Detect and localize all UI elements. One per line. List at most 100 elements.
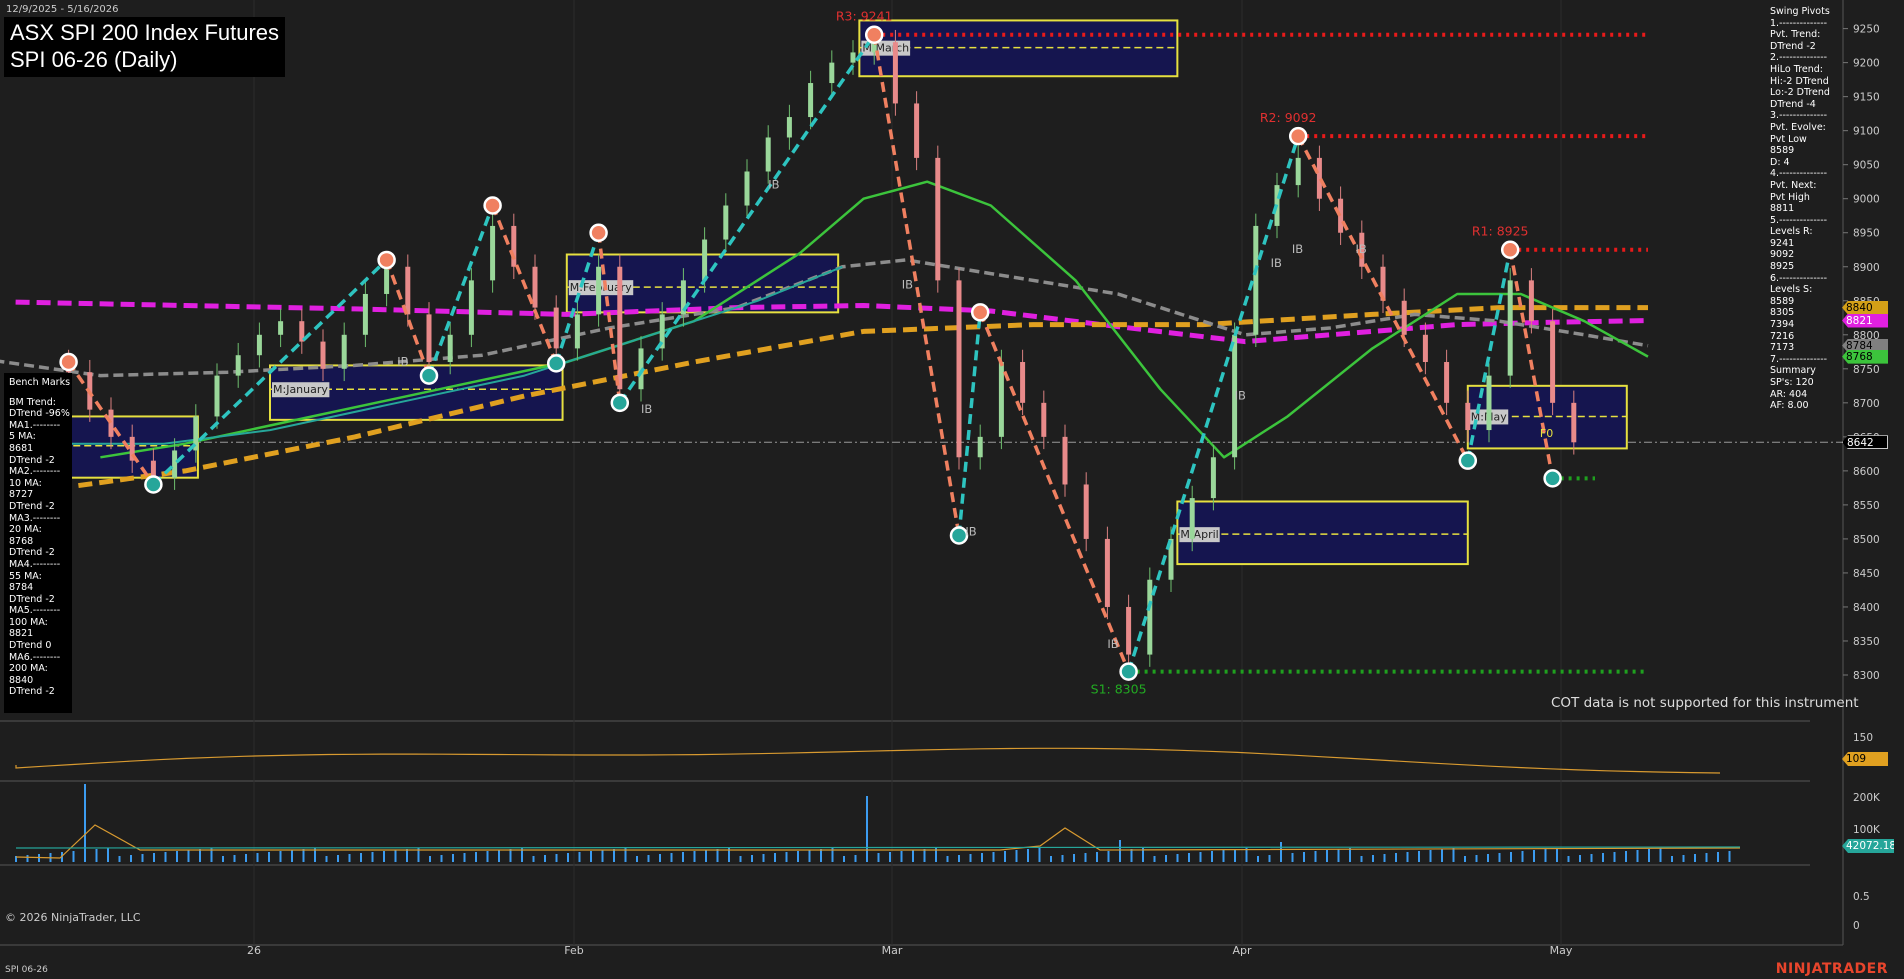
- candle-body: [362, 293, 368, 335]
- candle-body: [1083, 484, 1089, 539]
- chart-title-box: ASX SPI 200 Index Futures SPI 06-26 (Dai…: [4, 17, 286, 77]
- candle-body: [384, 266, 390, 294]
- swing-line: 4.--------------: [1770, 168, 1828, 180]
- ib-label: IB: [1292, 242, 1303, 256]
- bench-line: 8768: [9, 535, 34, 547]
- month-box-label: M:January: [273, 383, 328, 396]
- month-range-box: [1176, 500, 1469, 566]
- swing-line: 7216: [1770, 330, 1795, 342]
- swing-line: Levels R:: [1770, 226, 1813, 238]
- swing-line: D: 4: [1770, 156, 1790, 168]
- y-tick-label: 8600: [1853, 466, 1880, 478]
- bench-line: 8821: [9, 628, 34, 640]
- volume-tick: 200K: [1853, 792, 1881, 804]
- candle-body: [723, 205, 729, 240]
- swing-line: Pvt Low: [1770, 133, 1807, 145]
- candle-body: [596, 266, 602, 315]
- candle-body: [150, 460, 156, 478]
- swing-pivot-marker: [589, 223, 608, 242]
- candle-body: [172, 450, 178, 478]
- candle-body: [426, 314, 432, 363]
- candle-body: [977, 436, 983, 458]
- candle-body: [1189, 498, 1195, 539]
- candle-body: [511, 225, 517, 267]
- candle-body: [1147, 579, 1153, 655]
- x-tick-label: Apr: [1232, 944, 1252, 957]
- swing-line: SP's: 120: [1770, 377, 1814, 388]
- candle-body: [447, 334, 453, 363]
- y-tick-label: 8400: [1853, 602, 1880, 614]
- bench-line: 8681: [9, 442, 34, 454]
- candle-body: [1253, 225, 1259, 335]
- swing-line: Levels S:: [1770, 284, 1813, 296]
- bench-line: 8784: [9, 582, 34, 594]
- swing-pivot-marker: [419, 366, 439, 385]
- y-tick-label: 9250: [1853, 24, 1880, 36]
- candle-body: [1550, 321, 1556, 403]
- ib-label: IB: [397, 354, 408, 368]
- swing-line: 2.--------------: [1770, 52, 1828, 64]
- candle-body: [1041, 402, 1047, 437]
- bench-line: MA5.--------: [9, 605, 61, 617]
- y-tick-label: 9200: [1853, 58, 1880, 70]
- copyright: © 2026 NinjaTrader, LLC: [5, 911, 141, 924]
- ib-label: IB: [1235, 388, 1246, 402]
- candle-body: [405, 266, 411, 315]
- level-label: R1: 8925: [1472, 224, 1529, 239]
- swing-line: 9092: [1770, 249, 1795, 261]
- bench-line: MA1.--------: [9, 419, 61, 431]
- candle-body: [1104, 538, 1110, 607]
- candle-body: [1210, 457, 1216, 499]
- indicator-tick: 150: [1853, 732, 1873, 744]
- x-tick-label: Mar: [882, 944, 903, 957]
- bench-line: DTrend -2: [9, 593, 55, 605]
- swing-pivot-marker: [864, 25, 884, 44]
- bench-line: DTrend -2: [9, 454, 55, 466]
- indicator-line: [15, 747, 1721, 774]
- candle-body: [320, 341, 326, 369]
- y-tick-label: 8950: [1853, 228, 1880, 240]
- bench-line: DTrend 0: [9, 640, 52, 652]
- level-label: R3: 9241: [836, 9, 893, 24]
- candle-body: [256, 334, 262, 356]
- candle-body: [278, 321, 284, 335]
- candle-body: [1465, 402, 1471, 431]
- candle-body: [532, 266, 538, 308]
- bench-line: DTrend -2: [9, 500, 55, 512]
- candle-body: [553, 307, 559, 349]
- candle-body: [808, 83, 814, 118]
- swing-line: 5.--------------: [1770, 214, 1828, 226]
- candle-body: [702, 239, 708, 281]
- chart-canvas[interactable]: 26 Feb Mar Apr May 8300 8350 8400 8450 8500 8550 86…: [0, 0, 1904, 979]
- y-tick-label: 8500: [1853, 534, 1880, 546]
- swing-pivot-marker: [1288, 126, 1308, 146]
- bench-line: MA3.--------: [9, 512, 61, 524]
- swing-pivot-marker: [1458, 451, 1478, 470]
- swing-line: HiLo Trend:: [1770, 63, 1823, 75]
- x-tick-label: 26: [247, 944, 261, 957]
- swing-leg: [618, 33, 876, 404]
- swing-line: Pvt. Trend:: [1770, 29, 1821, 41]
- candle-body: [1126, 606, 1132, 655]
- candle-body: [914, 103, 920, 158]
- candle-body: [765, 137, 771, 172]
- candle-body: [1571, 402, 1577, 443]
- swing-line: 6.--------------: [1770, 272, 1828, 284]
- candle-body: [1062, 436, 1068, 485]
- level-label: R2: 9092: [1260, 110, 1317, 125]
- brand-logo: NINJATRADER: [1775, 961, 1888, 977]
- y-tick-label: 8700: [1853, 398, 1880, 410]
- volume-signal-line: [15, 846, 1741, 849]
- bench-line: 100 MA:: [9, 616, 48, 628]
- bench-line: DTrend -96%: [9, 408, 70, 420]
- bench-line: 55 MA:: [9, 570, 42, 582]
- bench-line: 10 MA:: [9, 477, 42, 489]
- f0-label: F0: [1540, 427, 1553, 440]
- price-badge: 8840: [1842, 300, 1888, 315]
- volume-tick: 100K: [1853, 824, 1881, 836]
- bench-line: 200 MA:: [9, 663, 48, 675]
- swing-pivot-marker: [1119, 662, 1138, 681]
- swing-leg: [490, 204, 558, 365]
- swing-pivots-title: Swing Pivots: [1770, 6, 1830, 17]
- ib-label: IB: [768, 178, 779, 192]
